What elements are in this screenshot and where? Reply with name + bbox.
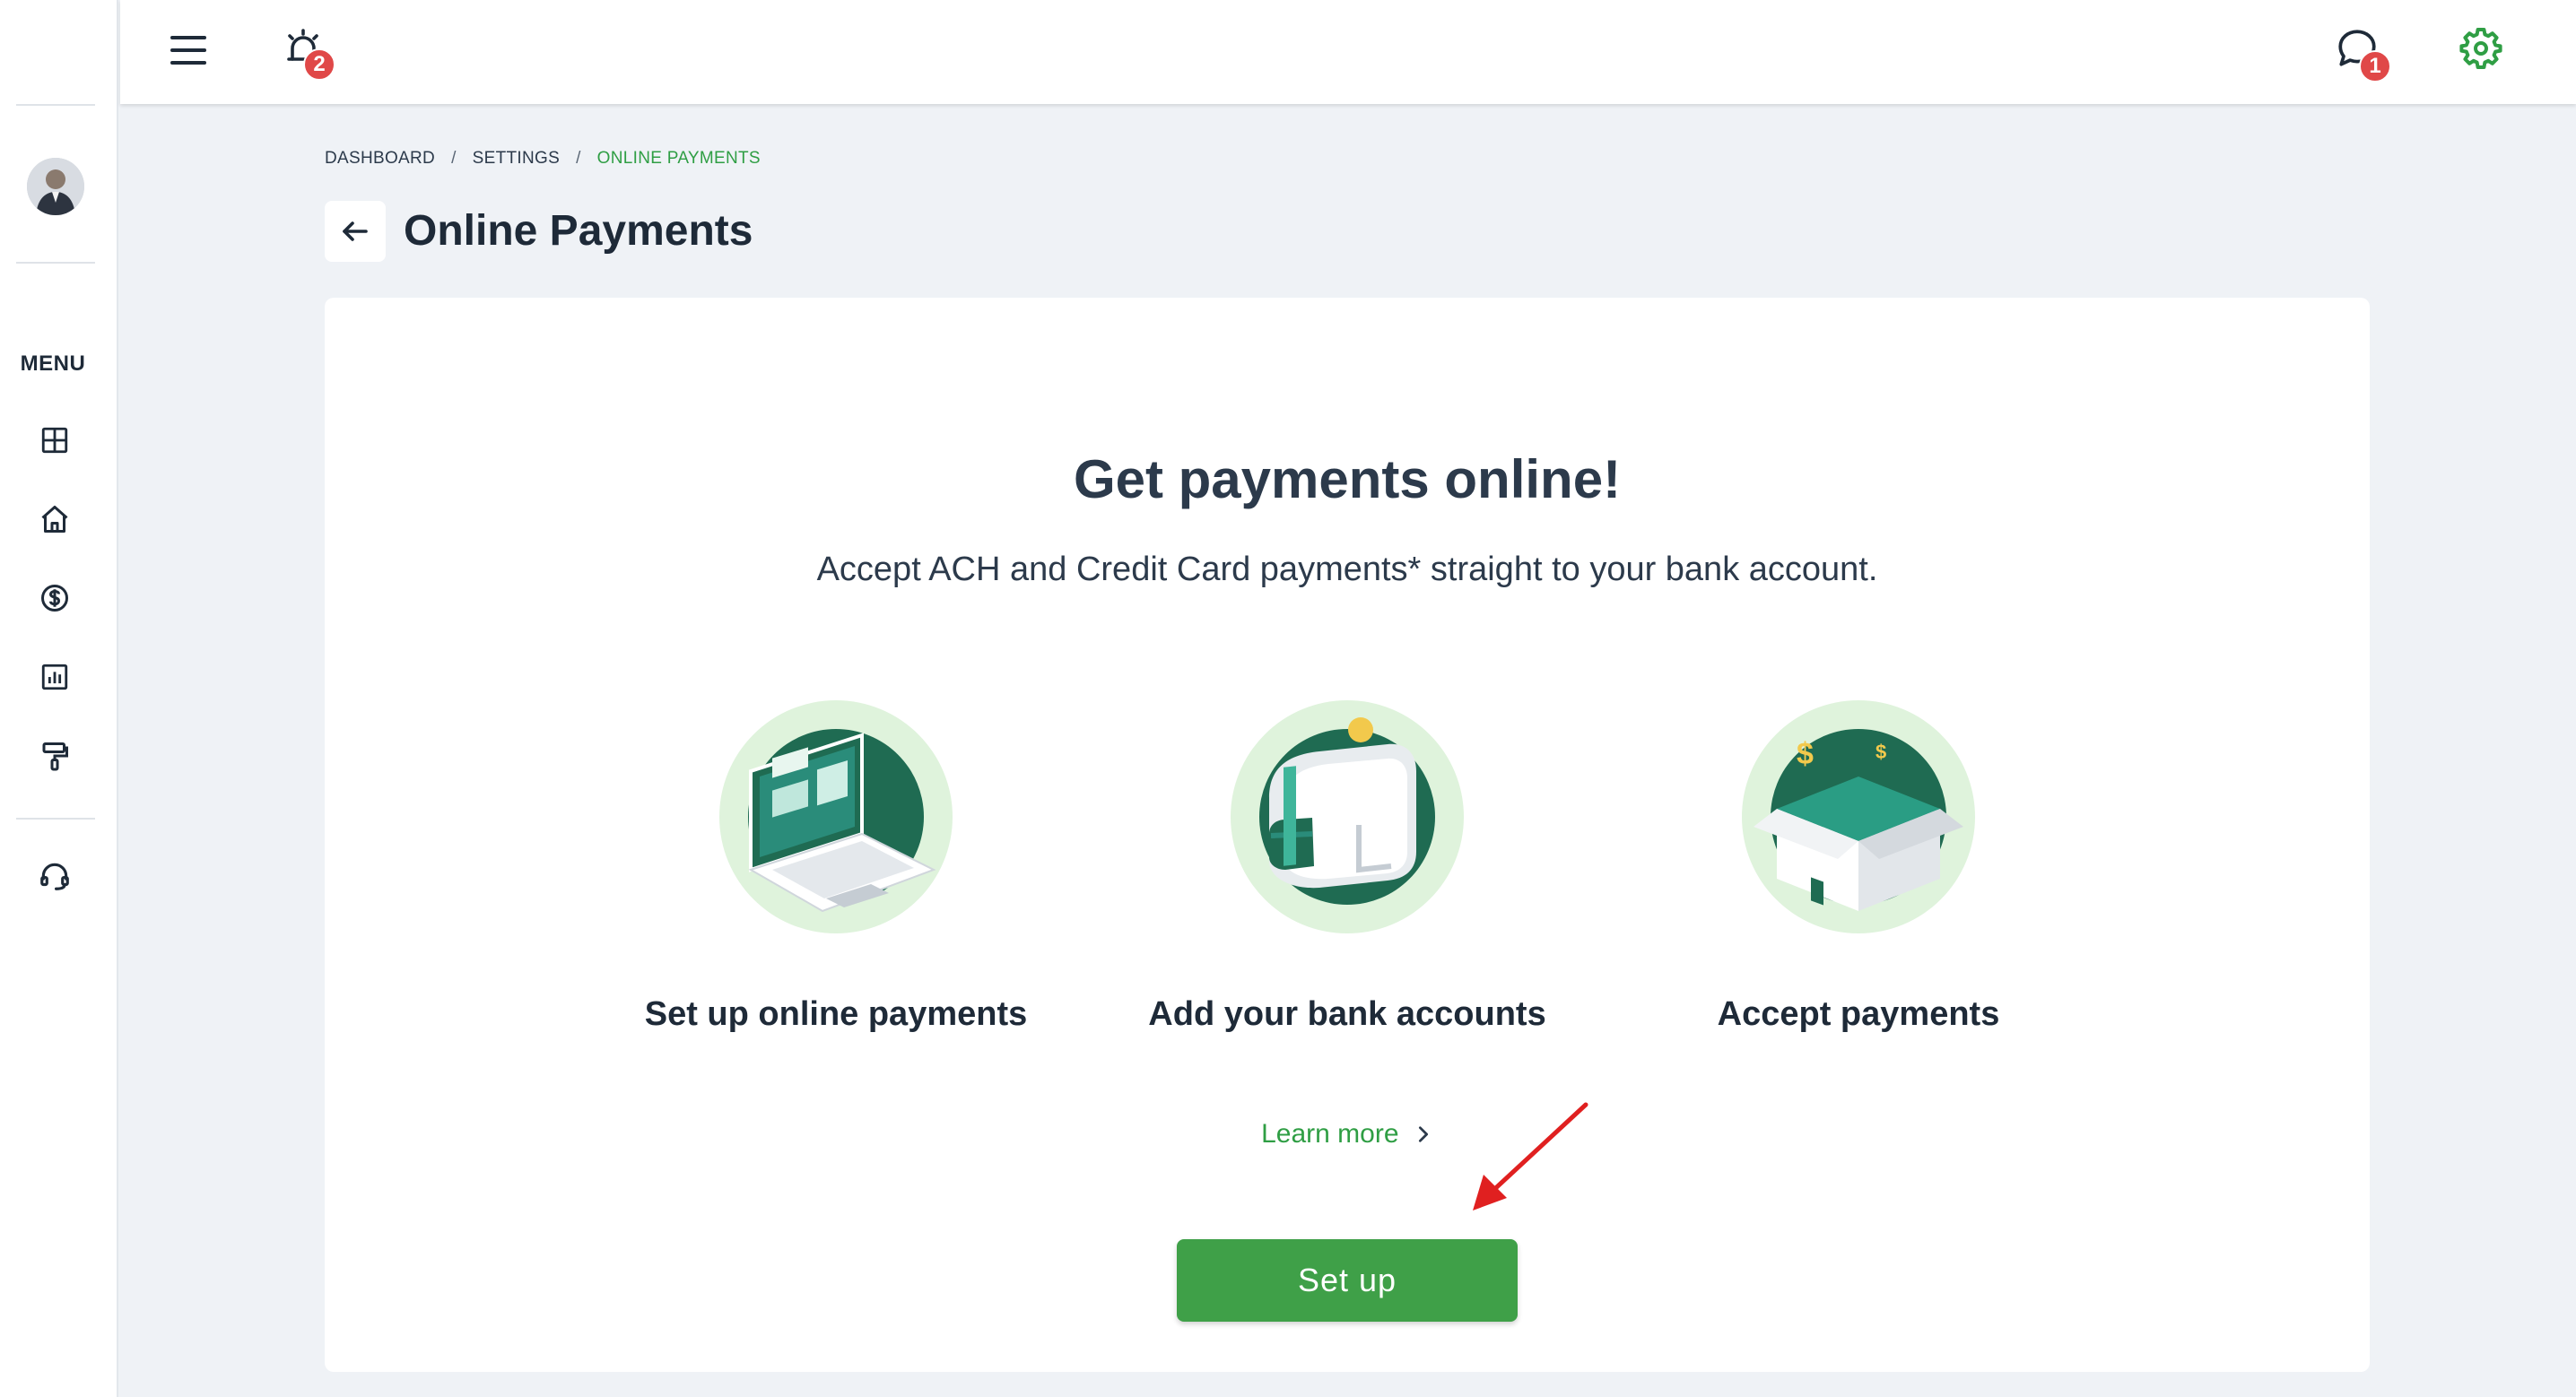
dollar-icon [41,585,68,612]
wallet-illustration-icon [1230,699,1465,934]
breadcrumb: DASHBOARD / SETTINGS / ONLINE PAYMENTS [325,149,761,169]
step-label: Add your bank accounts [1148,995,1546,1033]
sidebar-divider [16,262,95,264]
breadcrumb-settings[interactable]: SETTINGS [473,149,560,169]
bar-chart-icon [41,664,68,690]
learn-more-link[interactable]: Learn more [325,1119,2370,1150]
sidebar-item-home[interactable] [34,499,75,540]
breadcrumb-separator: / [576,149,581,168]
chat-badge: 1 [2359,50,2391,82]
laptop-illustration-icon [718,699,953,934]
setup-button[interactable]: Set up [1177,1239,1518,1322]
hamburger-menu-button[interactable] [163,25,213,75]
svg-text:$: $ [1797,737,1814,771]
sidebar-item-support[interactable] [34,855,75,897]
card-subline: Accept ACH and Credit Card payments* str… [816,551,1878,588]
top-bar: 2 1 [120,0,2576,104]
online-payments-card: Get payments online! Accept ACH and Cred… [325,298,2370,1372]
step-add-bank-accounts: Add your bank accounts [1096,699,1598,1034]
sidebar-item-maintenance[interactable] [34,735,75,777]
chat-messages-button[interactable]: 1 [2332,23,2391,82]
step-label: Set up online payments [644,995,1028,1033]
step-label: Accept payments [1717,995,2000,1033]
learn-more-label: Learn more [1261,1119,1399,1149]
hamburger-icon [170,36,206,65]
alarm-badge: 2 [303,48,335,81]
chevron-right-icon [1418,1126,1428,1142]
settings-button[interactable] [2456,23,2506,74]
sidebar-item-reports[interactable] [34,656,75,698]
breadcrumb-online-payments: ONLINE PAYMENTS [596,149,761,168]
avatar[interactable] [27,158,84,215]
svg-text:$: $ [1875,741,1886,763]
home-icon [41,506,68,533]
page-title: Online Payments [404,207,753,255]
paint-roller-icon [42,742,68,771]
box-illustration-icon: $ $ [1741,699,1976,934]
breadcrumb-dashboard[interactable]: DASHBOARD [325,149,435,169]
gear-icon [2459,28,2502,69]
arrow-left-icon [343,221,368,241]
sidebar-divider [16,104,95,106]
sidebar: MENU [0,0,118,1397]
breadcrumb-separator: / [451,149,457,168]
card-headline: Get payments online! [1073,449,1622,509]
annotation-arrow-icon [1473,1102,1588,1210]
alarm-notifications-button[interactable]: 2 [278,23,335,81]
step-accept-payments: $ $ Accept payments [1607,699,2110,1034]
step-setup-online-payments: Set up online payments [585,699,1087,1034]
dashboard-grid-icon [41,427,68,454]
menu-label: MENU [20,351,86,376]
headset-support-icon [40,863,69,890]
sidebar-item-dashboard[interactable] [34,420,75,461]
sidebar-item-payments[interactable] [34,577,75,619]
sidebar-divider [16,818,95,820]
back-button[interactable] [325,201,386,262]
